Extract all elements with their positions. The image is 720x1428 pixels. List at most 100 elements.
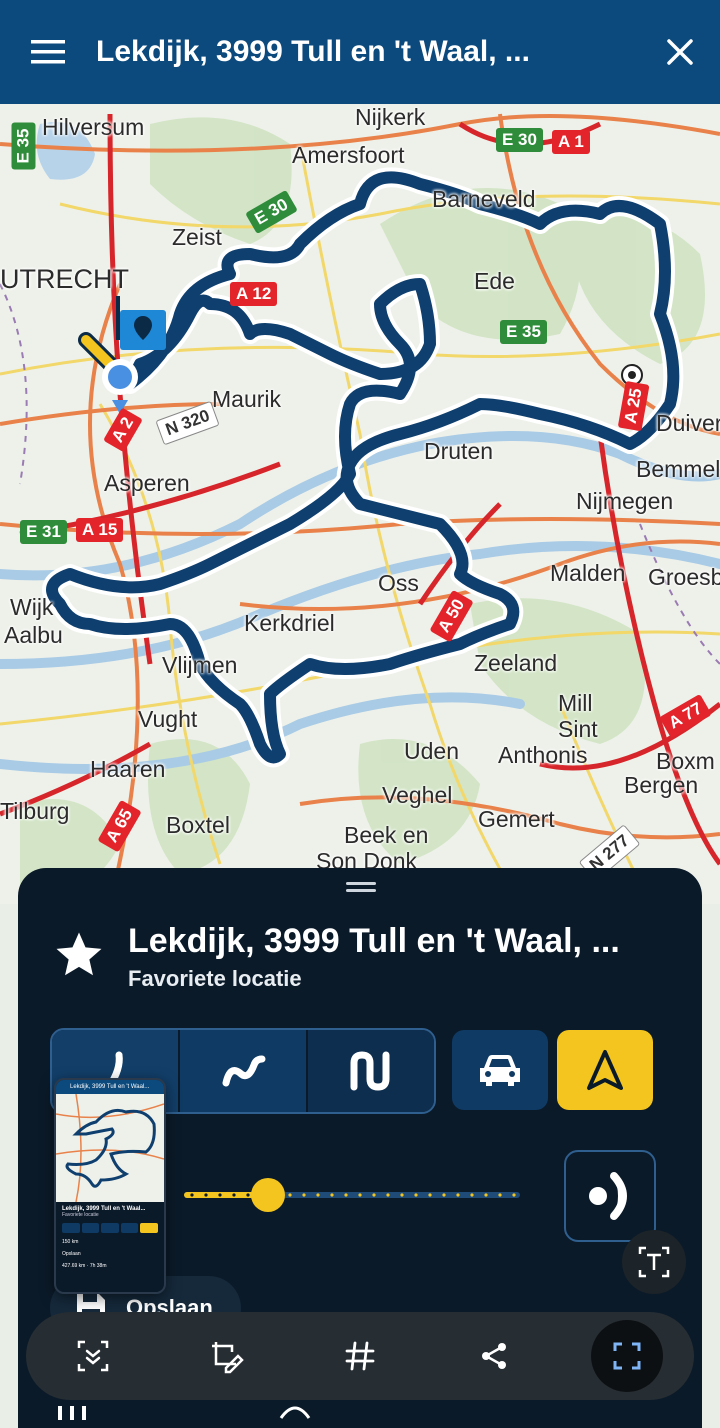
thumbnail-save: Opslaan: [62, 1251, 81, 1257]
slider-ticks: [190, 1193, 516, 1197]
slider-tick: [302, 1193, 306, 1197]
place-label: Wijk: [10, 594, 54, 620]
hashtag-button[interactable]: [324, 1320, 396, 1392]
scroll-capture-button[interactable]: [57, 1320, 129, 1392]
sound-icon: [589, 1172, 627, 1220]
place-label: Amersfoort: [292, 142, 405, 168]
thumbnail-subtitle: Favoriete locatie: [62, 1212, 99, 1218]
close-icon: [667, 39, 693, 65]
slider-tick: [232, 1193, 236, 1197]
vehicle-car-button[interactable]: [452, 1030, 548, 1110]
place-label: Hilversum: [42, 114, 145, 140]
place-label: Ede: [474, 268, 515, 294]
thumbnail-header: Lekdijk, 3999 Tull en 't Waal...: [56, 1080, 164, 1094]
slider-tick: [470, 1193, 474, 1197]
slider-tick: [498, 1193, 502, 1197]
thumbnail-map-image: [56, 1093, 164, 1203]
place-label: Groesb: [648, 564, 720, 590]
slider-tick: [246, 1193, 250, 1197]
menu-icon: [31, 40, 65, 64]
place-label: Maurik: [212, 386, 282, 412]
map-view[interactable]: Hilversum Amersfoort Nijkerk Barneveld Z…: [0, 104, 720, 904]
slider-tick: [484, 1193, 488, 1197]
text-recognize-icon: [638, 1246, 670, 1278]
capture-area-button[interactable]: [591, 1320, 664, 1392]
place-label: Aalbu: [4, 622, 63, 648]
route-type-extra-curvy-button[interactable]: [308, 1030, 434, 1112]
slider-tick: [218, 1193, 222, 1197]
hash-icon: [345, 1341, 375, 1371]
recent-apps-icon: [58, 1406, 86, 1420]
slider-tick: [190, 1193, 194, 1197]
place-label: Nijkerk: [355, 104, 426, 130]
slider-tick: [414, 1193, 418, 1197]
place-label: UTRECHT: [0, 264, 129, 294]
place-label: Gemert: [478, 806, 555, 832]
place-label: Zeist: [172, 224, 222, 250]
place-label: Uden: [404, 738, 459, 764]
share-button[interactable]: [458, 1320, 530, 1392]
place-label: Zeeland: [474, 650, 558, 676]
drag-handle[interactable]: [346, 882, 376, 894]
screenshot-preview-thumbnail[interactable]: Lekdijk, 3999 Tull en 't Waal... Lekdijk…: [54, 1078, 166, 1294]
start-navigation-button[interactable]: [557, 1030, 653, 1110]
place-label: Sint: [558, 716, 598, 742]
slider-tick: [400, 1193, 404, 1197]
slider-tick: [442, 1193, 446, 1197]
location-title: Lekdijk, 3999 Tull en 't Waal, ...: [128, 922, 620, 960]
share-icon: [481, 1343, 506, 1369]
place-label: Boxm: [656, 748, 715, 774]
slider-tick: [428, 1193, 432, 1197]
place-label: Anthonis: [498, 742, 588, 768]
thumbnail-distance: 427.69 km: [62, 1263, 86, 1269]
place-label: Nijmegen: [576, 488, 674, 514]
route-curvy-icon: [222, 1055, 266, 1087]
thumbnail-buttons: [62, 1223, 158, 1233]
slider-tick: [372, 1193, 376, 1197]
car-icon: [480, 1055, 520, 1086]
navigation-arrow-icon: [587, 1050, 623, 1090]
app-header: Lekdijk, 3999 Tull en 't Waal, ...: [0, 0, 720, 104]
road-shield: A 12: [230, 282, 278, 306]
edit-crop-icon: [212, 1342, 245, 1374]
location-subtitle: Favoriete locatie: [128, 966, 302, 991]
place-label: Malden: [550, 560, 626, 586]
slider-tick: [386, 1193, 390, 1197]
place-label: Druten: [424, 438, 494, 464]
place-label: Barneveld: [432, 186, 536, 212]
place-label: Mill: [558, 690, 593, 716]
route-extra-curvy-icon: [350, 1051, 390, 1091]
place-label: Beek en: [344, 822, 429, 848]
slider-thumb[interactable]: [251, 1178, 285, 1212]
place-label: Tilburg: [0, 798, 70, 824]
slider-tick: [316, 1193, 320, 1197]
place-label: Veghel: [382, 782, 453, 808]
slider-tick: [358, 1193, 362, 1197]
road-shield: A 15: [76, 518, 124, 542]
header-title: Lekdijk, 3999 Tull en 't Waal, ...: [96, 35, 530, 68]
place-label: Vlijmen: [162, 652, 238, 678]
place-label: Haaren: [90, 756, 166, 782]
menu-button[interactable]: [0, 0, 96, 104]
thumbnail-duration: 7h 38m: [89, 1263, 107, 1269]
place-label: Duiver: [656, 410, 720, 436]
slider-tick: [344, 1193, 348, 1197]
sound-toggle-button[interactable]: [564, 1150, 656, 1242]
place-label: Vught: [138, 706, 198, 732]
edit-button[interactable]: [190, 1320, 262, 1392]
place-label: Boxtel: [166, 812, 230, 838]
road-shield: E 30: [496, 128, 543, 152]
close-button[interactable]: [640, 0, 720, 104]
slider-tick: [288, 1193, 292, 1197]
slider-tick: [330, 1193, 334, 1197]
home-icon: [279, 1406, 311, 1419]
road-shield: A 1: [552, 130, 590, 154]
distance-slider[interactable]: [184, 1178, 524, 1212]
screenshot-frame-icon: [613, 1342, 641, 1370]
slider-tick: [204, 1193, 208, 1197]
slider-tick: [456, 1193, 460, 1197]
star-icon[interactable]: [52, 928, 106, 982]
text-recognition-button[interactable]: [622, 1230, 686, 1294]
road-shield: E 31: [20, 520, 67, 544]
route-type-curvy-button[interactable]: [180, 1030, 308, 1112]
